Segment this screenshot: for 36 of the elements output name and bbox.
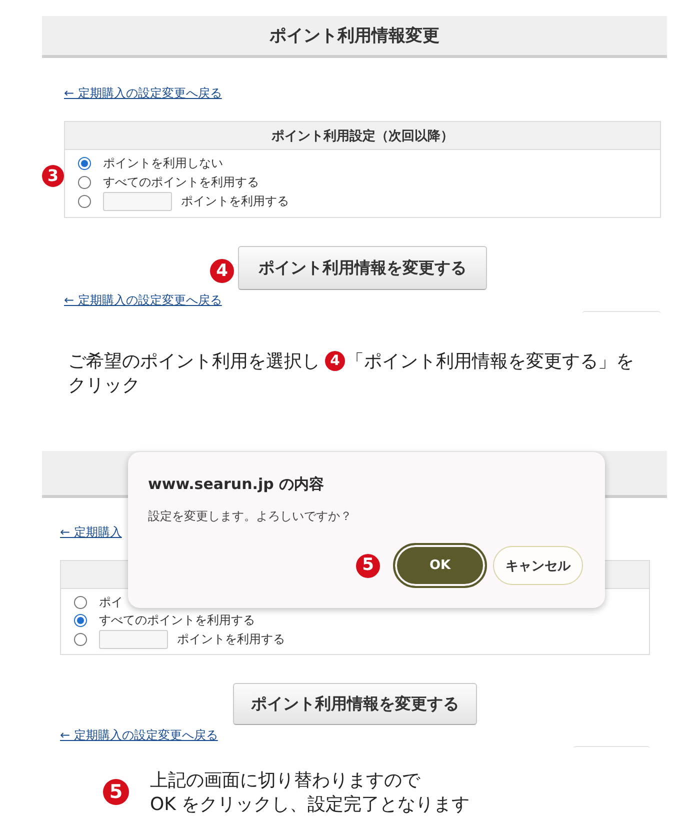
change-points-button[interactable]: ポイント利用情報を変更する <box>238 246 487 290</box>
change-points-button[interactable]: ポイント利用情報を変更する <box>233 683 477 725</box>
points-input-field[interactable] <box>103 192 172 211</box>
step-number: 3 <box>42 165 64 187</box>
points-input-field[interactable] <box>99 630 168 649</box>
radio-button[interactable] <box>74 614 87 628</box>
cancel-button[interactable]: キャンセル <box>493 546 583 585</box>
option-label: ポイントを利用する <box>181 193 289 210</box>
step-number: 4 <box>325 351 345 371</box>
step-number: 4 <box>210 259 234 283</box>
page-title: ポイント利用情報変更 <box>270 25 440 47</box>
instruction-text: 上記の画面に切り替わりますので <box>150 769 420 792</box>
radio-button[interactable] <box>74 596 87 609</box>
option-label: すべてのポイントを利用する <box>103 174 259 191</box>
radio-button[interactable] <box>78 195 91 208</box>
instruction-text: 「ポイント利用情報を変更する」を <box>346 350 634 373</box>
instruction-text: ご希望のポイント利用を選択し <box>68 350 320 373</box>
panel-heading: ポイント利用設定（次回以降） <box>65 122 660 150</box>
option-label: ポイントを利用する <box>177 630 285 648</box>
step-number: 5 <box>103 779 129 805</box>
back-link[interactable]: ← 定期購入の設定変更へ戻る <box>64 293 222 307</box>
instruction-text: クリック <box>68 374 140 397</box>
instruction-text: OK をクリックし、設定完了となります <box>150 793 470 816</box>
dialog-message: 設定を変更します。よろしいですか？ <box>148 508 353 524</box>
back-link[interactable]: ← 定期購入の設定変更へ戻る <box>60 728 218 742</box>
radio-button[interactable] <box>78 157 91 170</box>
dialog-title: www.searun.jp の内容 <box>148 474 326 494</box>
back-link[interactable]: ← 定期購入の設定変更へ戻る <box>64 86 222 100</box>
ok-button[interactable]: OK <box>393 543 487 588</box>
option-label: ポイ <box>99 594 123 611</box>
back-link[interactable]: ← 定期購入 <box>60 525 122 539</box>
radio-button[interactable] <box>74 632 87 646</box>
option-label: すべてのポイントを利用する <box>99 612 255 630</box>
radio-button[interactable] <box>78 176 91 189</box>
step-number: 5 <box>356 554 380 578</box>
option-label: ポイントを利用しない <box>103 155 223 172</box>
